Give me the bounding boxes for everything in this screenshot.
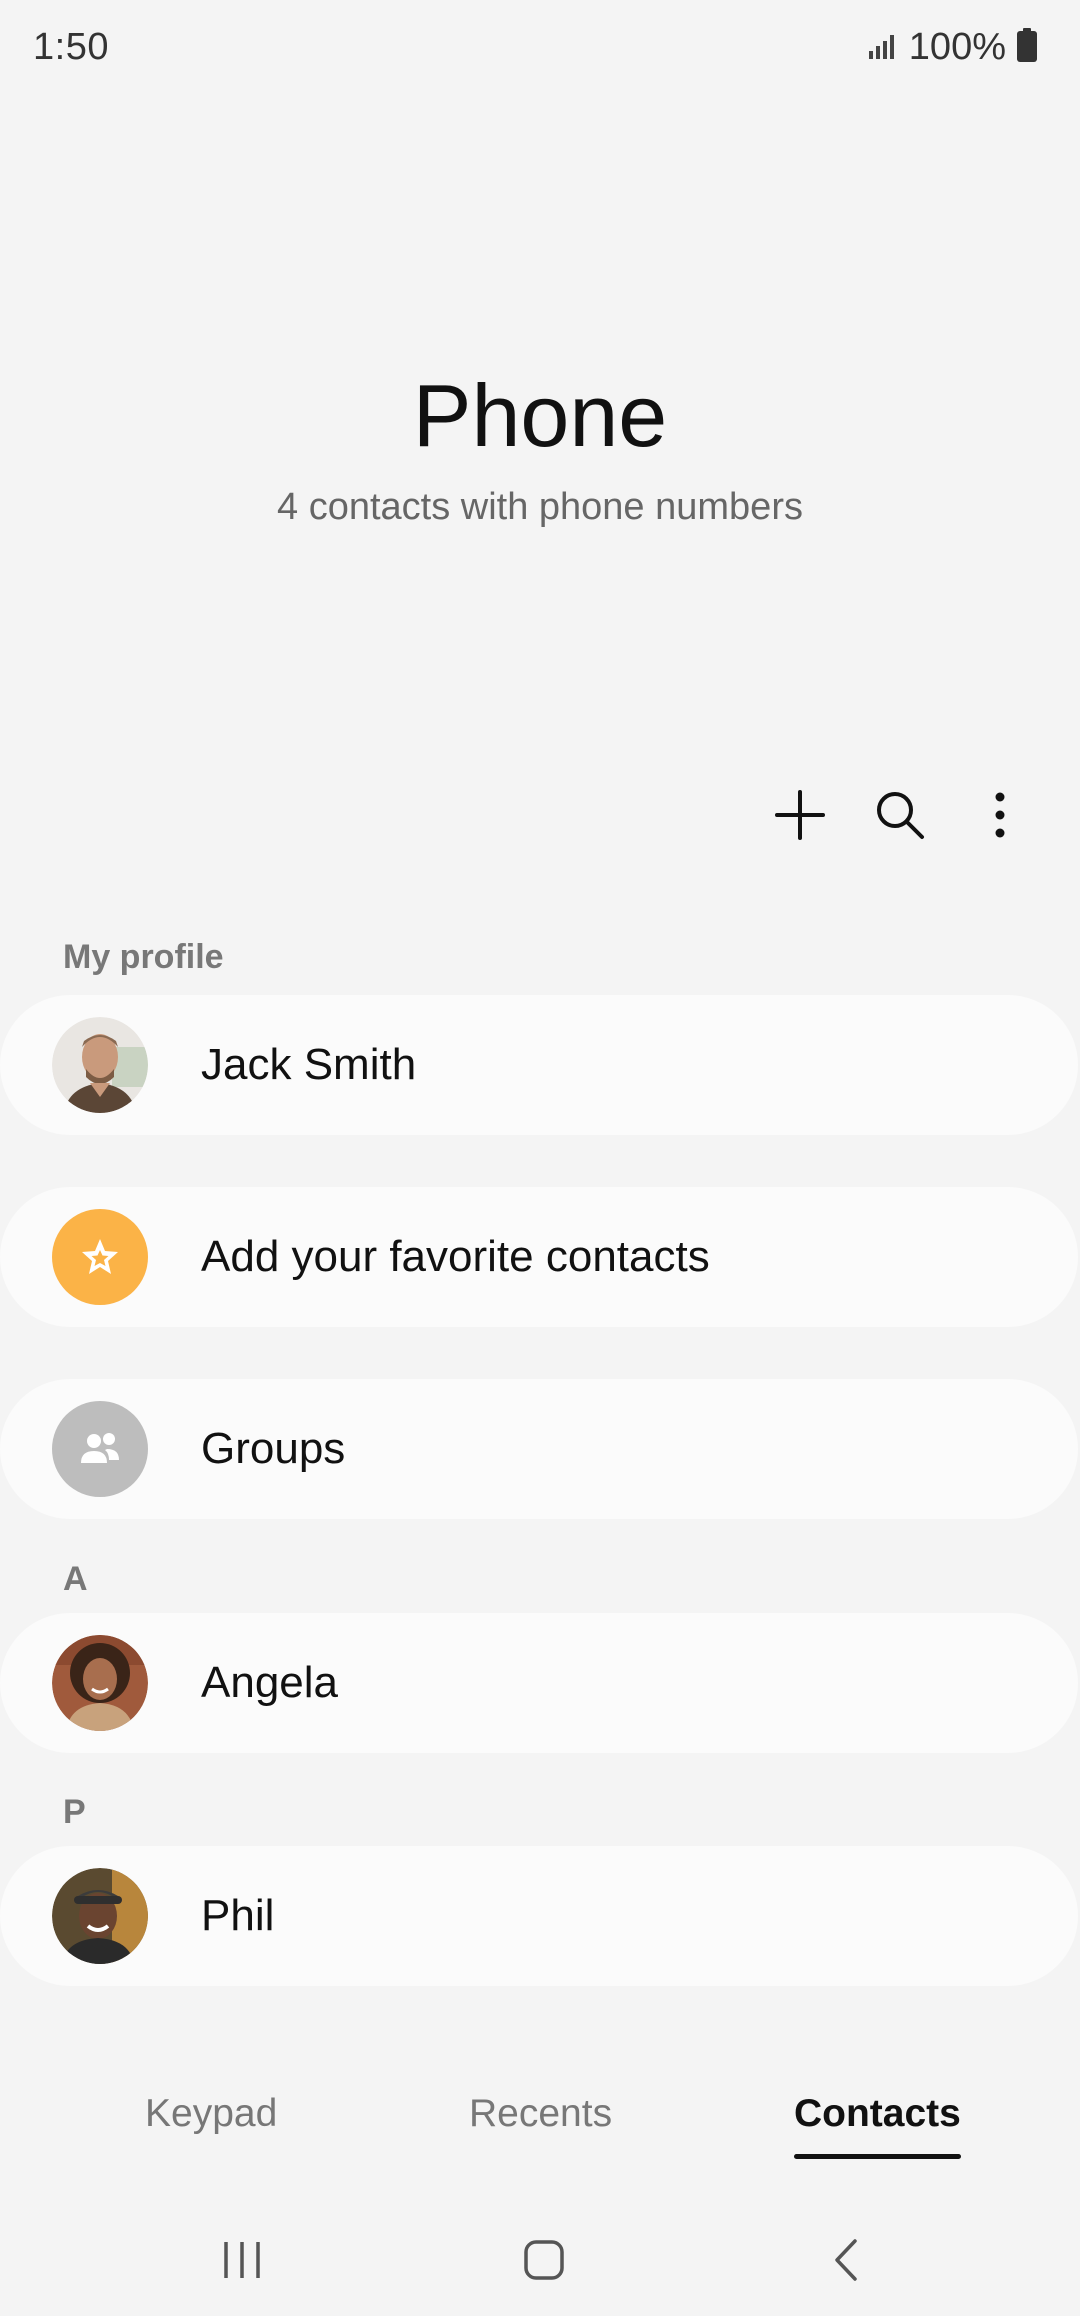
search-icon	[877, 792, 924, 839]
back-icon	[835, 2239, 857, 2281]
groups-row[interactable]: Groups	[0, 1379, 1078, 1519]
recent-apps-button[interactable]	[182, 2210, 302, 2310]
tab-contacts[interactable]: Contacts	[794, 2092, 961, 2159]
contacts-count-subtitle: 4 contacts with phone numbers	[277, 486, 803, 528]
avatar	[52, 1868, 148, 1964]
my-profile-row[interactable]: Jack Smith	[0, 995, 1078, 1135]
groups-avatar	[52, 1401, 148, 1497]
status-time: 1:50	[33, 26, 109, 68]
section-label-a: A	[63, 1560, 88, 1598]
recent-apps-icon	[224, 2242, 260, 2278]
system-navigation-bar	[0, 2210, 1080, 2310]
status-indicators: 100%	[867, 26, 1038, 69]
contact-row-phil[interactable]: Phil	[0, 1846, 1078, 1986]
contact-name: Angela	[201, 1658, 339, 1707]
status-bar: 1:50 100%	[0, 0, 1080, 100]
section-label-partial	[63, 2025, 93, 2031]
contact-name: Phil	[201, 1891, 275, 1940]
people-icon	[81, 1433, 119, 1463]
signal-icon	[867, 31, 899, 64]
tab-keypad[interactable]: Keypad	[145, 2092, 277, 2136]
active-tab-indicator	[794, 2154, 961, 2159]
section-label-my-profile: My profile	[63, 938, 224, 976]
profile-name: Jack Smith	[201, 1040, 417, 1089]
avatar	[52, 1017, 148, 1113]
tab-recents[interactable]: Recents	[469, 2092, 612, 2136]
tab-contacts-label: Contacts	[794, 2092, 961, 2135]
battery-percentage: 100%	[908, 26, 1006, 68]
more-options-button[interactable]	[950, 775, 1050, 855]
section-label-p: P	[63, 1793, 86, 1831]
home-icon	[524, 2240, 564, 2280]
search-button[interactable]	[850, 775, 950, 855]
page-title: Phone	[412, 366, 668, 465]
back-button[interactable]	[786, 2210, 906, 2310]
home-button[interactable]	[484, 2210, 604, 2310]
phone-app-screen: 1:50 100% Phone 4 contacts with phone nu…	[0, 0, 1080, 2316]
groups-label: Groups	[201, 1424, 346, 1473]
add-favorites-label: Add your favorite contacts	[201, 1232, 710, 1281]
battery-icon	[1016, 28, 1038, 67]
star-icon	[82, 1239, 118, 1274]
bottom-tab-bar: Keypad Recents Contacts	[0, 2080, 1080, 2200]
favorites-avatar	[52, 1209, 148, 1305]
tab-keypad-label: Keypad	[145, 2092, 278, 2135]
toolbar	[750, 775, 1050, 855]
avatar	[52, 1635, 148, 1731]
add-contact-button[interactable]	[750, 775, 850, 855]
contact-row-angela[interactable]: Angela	[0, 1613, 1078, 1753]
tab-recents-label: Recents	[469, 2092, 613, 2135]
plus-icon	[775, 790, 825, 840]
more-vertical-icon	[995, 792, 1005, 838]
add-favorites-row[interactable]: Add your favorite contacts	[0, 1187, 1078, 1327]
